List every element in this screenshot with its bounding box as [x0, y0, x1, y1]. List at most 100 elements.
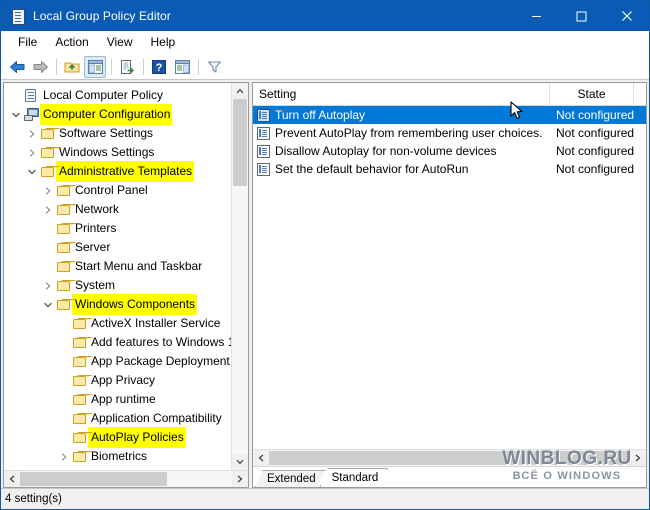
chevron-down-icon[interactable] [40, 295, 55, 314]
tree-hscroll-track[interactable] [20, 471, 232, 487]
settings-list[interactable]: Turn off Autoplay Not configured Prevent A… [253, 106, 646, 449]
tree-item[interactable]: Control Panel [4, 181, 231, 200]
folder-icon [71, 352, 88, 371]
help-icon[interactable]: ? [148, 56, 170, 78]
folder-icon [71, 447, 88, 466]
tree-scroll-down-button[interactable] [232, 454, 248, 470]
folder-icon [71, 409, 88, 428]
chevron-right-icon[interactable] [56, 447, 71, 466]
tree-vertical-scrollbar[interactable] [231, 83, 248, 470]
menu-view[interactable]: View [98, 32, 142, 52]
menu-file[interactable]: File [9, 32, 46, 52]
chevron-right-icon[interactable] [56, 466, 71, 470]
tree-item[interactable]: Network [4, 200, 231, 219]
export-list-icon[interactable] [116, 56, 138, 78]
tree-scroll-track[interactable] [232, 99, 248, 454]
tree-hscroll-thumb[interactable] [20, 472, 167, 486]
table-row[interactable]: Set the default behavior for AutoRun Not … [253, 160, 646, 178]
column-header-setting[interactable]: Setting [253, 83, 550, 105]
tree-item-label: AutoPlay Policies [88, 427, 186, 448]
up-folder-icon[interactable] [61, 56, 83, 78]
tree-item-label: Application Compatibility [91, 411, 222, 425]
policy-root-icon [23, 86, 40, 105]
chevron-right-icon[interactable] [40, 181, 55, 200]
menu-help[interactable]: Help [142, 32, 185, 52]
show-hide-action-pane-icon[interactable] [171, 56, 193, 78]
tree-item[interactable]: Computer Configuration [4, 104, 231, 125]
filter-icon[interactable] [203, 56, 225, 78]
minimize-button[interactable] [514, 1, 559, 31]
list-scroll-right-button[interactable] [630, 450, 646, 466]
toolbar-separator [111, 58, 112, 75]
tab-standard[interactable]: Standard [320, 468, 389, 487]
tree-item[interactable]: Biometrics [4, 447, 231, 466]
setting-cell: Set the default behavior for AutoRun [253, 162, 554, 176]
toolbar: ? [1, 54, 649, 80]
close-button[interactable] [604, 1, 649, 31]
tree-item[interactable]: Local Computer Policy [4, 86, 231, 105]
tree-scroll-left-button[interactable] [4, 471, 20, 487]
tree-item-label: App runtime [91, 392, 156, 406]
chevron-spacer [56, 428, 71, 447]
setting-name: Set the default behavior for AutoRun [275, 162, 469, 176]
tree-item[interactable]: Windows Settings [4, 143, 231, 162]
chevron-right-icon[interactable] [40, 200, 55, 219]
tab-extended[interactable]: Extended [255, 470, 326, 487]
tree-item[interactable]: ActiveX Installer Service [4, 314, 231, 333]
tree-item[interactable]: Application Compatibility [4, 409, 231, 428]
tree-item[interactable]: Administrative Templates [4, 161, 231, 182]
chevron-right-icon[interactable] [24, 143, 39, 162]
table-row[interactable]: Prevent AutoPlay from remembering user c… [253, 124, 646, 142]
tree-item[interactable]: Software Settings [4, 124, 231, 143]
console-tree-pane: Local Computer Policy Computer Configurat… [3, 82, 249, 488]
folder-icon [71, 371, 88, 390]
toolbar-separator [198, 58, 199, 75]
chevron-right-icon[interactable] [40, 276, 55, 295]
tree-item-label: Printers [75, 221, 117, 235]
tree-scroll-thumb[interactable] [233, 99, 247, 186]
folder-open-icon [71, 428, 88, 447]
tree-item[interactable]: AutoPlay Policies [4, 427, 231, 448]
tree-item[interactable]: App Package Deployment [4, 352, 231, 371]
list-hscroll-thumb[interactable] [269, 451, 630, 465]
tree-item[interactable]: Printers [4, 219, 231, 238]
tree-item[interactable]: Server [4, 238, 231, 257]
folder-icon [39, 124, 56, 143]
tree-horizontal-scrollbar[interactable] [4, 470, 248, 487]
list-scroll-left-button[interactable] [253, 450, 269, 466]
back-arrow-icon[interactable] [6, 56, 28, 78]
list-hscroll-track[interactable] [269, 450, 630, 466]
tree-item[interactable]: BitLocker Drive Encryption [4, 466, 231, 470]
show-hide-console-tree-icon[interactable] [84, 55, 106, 78]
tree-item[interactable]: Start Menu and Taskbar [4, 257, 231, 276]
folder-icon [71, 314, 88, 333]
list-horizontal-scrollbar[interactable] [253, 449, 646, 466]
tree-item-label: Start Menu and Taskbar [75, 259, 203, 273]
tree-scroll-right-button[interactable] [232, 471, 248, 487]
table-row[interactable]: Turn off Autoplay Not configured [253, 106, 646, 124]
chevron-spacer [40, 257, 55, 276]
forward-arrow-icon[interactable] [29, 56, 51, 78]
tree-item[interactable]: Windows Components [4, 294, 231, 315]
folder-icon [71, 466, 88, 470]
policy-setting-icon [257, 162, 270, 176]
title-bar: Local Group Policy Editor [1, 1, 649, 31]
tree-item[interactable]: App Privacy [4, 371, 231, 390]
chevron-spacer [40, 219, 55, 238]
tree-item[interactable]: Add features to Windows 10 [4, 333, 231, 352]
table-row[interactable]: Disallow Autoplay for non-volume devices… [253, 142, 646, 160]
tree-scroll-region: Local Computer Policy Computer Configurat… [4, 83, 248, 470]
chevron-down-icon[interactable] [8, 105, 23, 124]
setting-name: Prevent AutoPlay from remembering user c… [275, 126, 543, 140]
maximize-button[interactable] [559, 1, 604, 31]
svg-text:?: ? [156, 62, 163, 74]
tree-scroll-up-button[interactable] [232, 83, 248, 99]
tree-item[interactable]: App runtime [4, 390, 231, 409]
tree-item-label: ActiveX Installer Service [91, 316, 221, 330]
tree-item[interactable]: System [4, 276, 231, 295]
policy-tree[interactable]: Local Computer Policy Computer Configurat… [4, 83, 231, 470]
chevron-right-icon[interactable] [24, 124, 39, 143]
chevron-down-icon[interactable] [24, 162, 39, 181]
menu-action[interactable]: Action [46, 32, 97, 52]
column-header-state[interactable]: State [550, 83, 634, 105]
